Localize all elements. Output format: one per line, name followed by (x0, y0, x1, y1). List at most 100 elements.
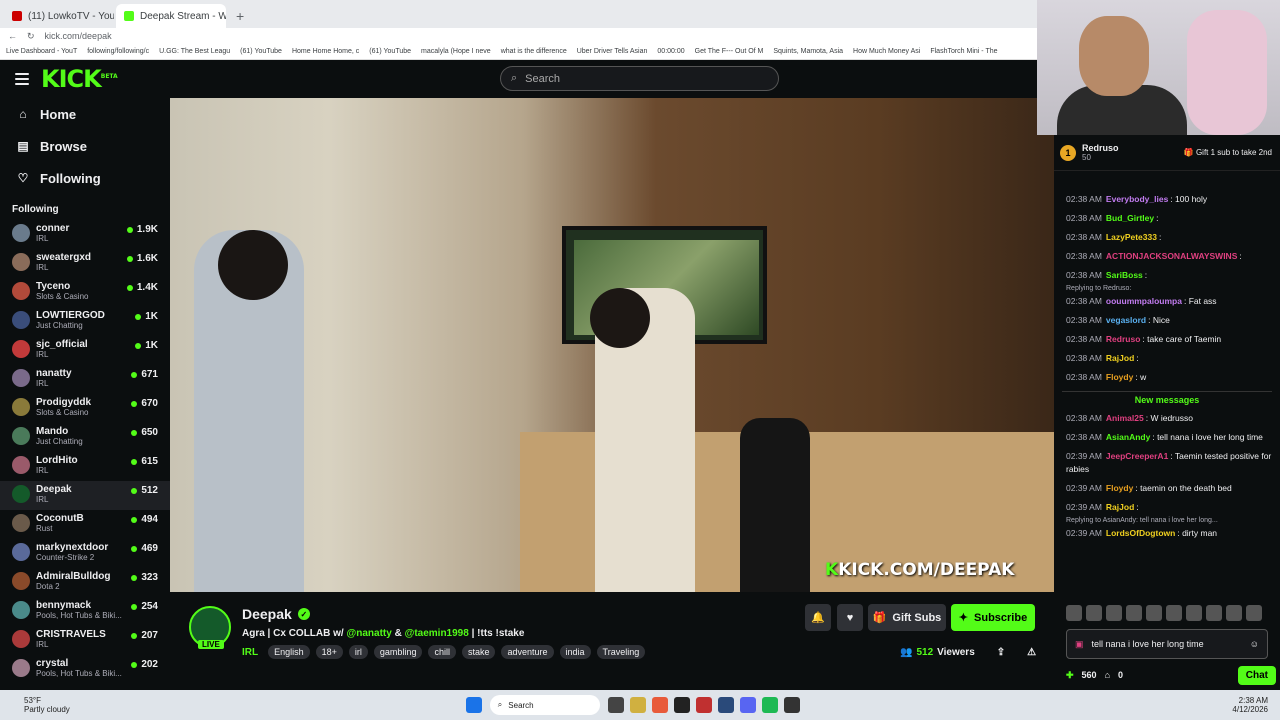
address-bar[interactable]: ← ↻ kick.com/deepak (0, 28, 1040, 44)
chat-message[interactable]: 02:38 AM Everybody_lies: 100 holy (1054, 190, 1280, 209)
message-user[interactable]: RajJod (1106, 502, 1134, 512)
chat-message[interactable]: 02:38 AM ACTIONJACKSONALWAYSWINS: (1054, 247, 1280, 266)
gift-sub-prompt[interactable]: 🎁 Gift 1 sub to take 2nd (1184, 148, 1272, 157)
url-text[interactable]: kick.com/deepak (45, 31, 112, 41)
message-user[interactable]: Floydy (1106, 483, 1133, 493)
mention-link[interactable]: @nanatty (346, 628, 391, 639)
store-icon[interactable]: ⌂ (1105, 670, 1110, 680)
subscribe-button[interactable]: ✦ Subscribe (951, 604, 1035, 631)
channel-item[interactable]: Prodigyddk Slots & Casino 670 (0, 394, 170, 423)
bookmark[interactable]: Squints, Mamota, Asia (773, 48, 843, 55)
app-icon[interactable] (695, 697, 712, 713)
bookmark[interactable]: U.GG: The Best Leagu (159, 48, 230, 55)
search-input[interactable]: ⌕ Search (500, 66, 779, 91)
channel-item[interactable]: AdmiralBulldog Dota 2 323 (0, 568, 170, 597)
file-explorer-icon[interactable] (629, 697, 646, 713)
channel-item[interactable]: sjc_official IRL 1K (0, 336, 170, 365)
nav-browse[interactable]: ▤ Browse (0, 130, 170, 162)
stream-tag[interactable]: india (559, 645, 591, 659)
emote-icon[interactable] (1226, 605, 1242, 621)
bookmark[interactable]: Live Dashboard - YouT (6, 48, 77, 55)
mention-link[interactable]: @taemin1998 (405, 628, 469, 639)
chat-message[interactable]: 02:39 AM Floydy: taemin on the death bed (1054, 479, 1280, 498)
chat-message[interactable]: 02:38 AM Bud_Girtley: (1054, 209, 1280, 228)
bookmark[interactable]: Home Home Home, c (292, 48, 359, 55)
message-user[interactable]: Bud_Girtley (1106, 213, 1154, 223)
bookmark[interactable]: (61) YouTube (369, 48, 411, 55)
message-user[interactable]: vegaslord (1106, 315, 1146, 325)
emote-icon[interactable] (1186, 605, 1202, 621)
chat-message[interactable]: 02:38 AM Redruso: take care of Taemin (1054, 330, 1280, 349)
report-icon[interactable]: ⚠ (1027, 647, 1036, 658)
message-user[interactable]: Floydy (1106, 372, 1133, 382)
message-user[interactable]: ACTIONJACKSONALWAYSWINS (1106, 251, 1237, 261)
discord-icon[interactable] (739, 697, 756, 713)
app-icon[interactable] (673, 697, 690, 713)
message-user[interactable]: Redruso (1106, 334, 1140, 344)
nav-following[interactable]: ♡ Following (0, 162, 170, 194)
channel-item[interactable]: LordHito IRL 615 (0, 452, 170, 481)
stream-tag[interactable]: gambling (373, 645, 423, 659)
chat-message[interactable]: 02:39 AM RajJod: (1054, 498, 1280, 517)
stream-tag[interactable]: irl (348, 645, 368, 659)
channel-item[interactable]: Deepak IRL 512 (0, 481, 170, 510)
chat-message[interactable]: 02:38 AM oouummpaloumpa: Fat ass (1054, 292, 1280, 311)
message-user[interactable]: LordsOfDogtown (1106, 528, 1175, 538)
streamer-name[interactable]: Deepak (242, 606, 292, 622)
chat-message[interactable]: 02:38 AM AsianAndy: tell nana i love her … (1054, 428, 1280, 447)
chat-message[interactable]: 02:39 AM LordsOfDogtown: dirty man (1054, 524, 1280, 543)
emote-icon[interactable] (1126, 605, 1142, 621)
chat-message[interactable]: 02:38 AM vegaslord: Nice (1054, 311, 1280, 330)
kick-logo[interactable]: KICKBETA (41, 65, 118, 93)
browser-tab-active[interactable]: Deepak Stream - Watch Liv ✕ (116, 4, 226, 28)
bookmark[interactable]: macalyla (Hope I neve (421, 48, 491, 55)
channel-item[interactable]: conner IRL 1.9K (0, 220, 170, 249)
share-icon[interactable]: ⇪ (997, 647, 1005, 658)
channel-item[interactable]: CRISTRAVELS IRL 207 (0, 626, 170, 655)
bookmark[interactable]: How Much Money Asi (853, 48, 920, 55)
new-tab-icon[interactable]: + (228, 8, 252, 28)
emoji-icon[interactable]: ☺ (1250, 639, 1259, 649)
steam-icon[interactable] (717, 697, 734, 713)
chat-message[interactable]: 02:38 AM Animal25: W iedrusso (1054, 409, 1280, 428)
taskbar-search[interactable]: ⌕ Search (489, 695, 600, 715)
emote-icon[interactable] (1066, 605, 1082, 621)
message-user[interactable]: JeepCreeperA1 (1106, 451, 1168, 461)
channel-item[interactable]: nanatty IRL 671 (0, 365, 170, 394)
back-icon[interactable]: ← (8, 31, 17, 41)
emote-icon[interactable] (1246, 605, 1262, 621)
stream-tag[interactable]: Traveling (596, 645, 646, 659)
channel-item[interactable]: sweatergxd IRL 1.6K (0, 249, 170, 278)
message-user[interactable]: Animal25 (1106, 413, 1144, 423)
message-user[interactable]: LazyPete333 (1106, 232, 1157, 242)
stream-tag[interactable]: adventure (501, 645, 554, 659)
category-link[interactable]: IRL (242, 647, 258, 658)
chat-input-text[interactable]: tell nana i love her long time (1092, 639, 1204, 649)
message-user[interactable]: oouummpaloumpa (1106, 296, 1182, 306)
stream-tag[interactable]: 18+ (315, 645, 343, 659)
obs-icon[interactable] (783, 697, 800, 713)
channel-item[interactable]: Tyceno Slots & Casino 1.4K (0, 278, 170, 307)
chat-message[interactable]: 02:38 AM RajJod: (1054, 349, 1280, 368)
channel-item[interactable]: CoconutB Rust 494 (0, 510, 170, 539)
follow-button[interactable]: ♥ (837, 604, 863, 631)
bookmark[interactable]: 00:00:00 (657, 48, 684, 55)
gift-subs-button[interactable]: 🎁 Gift Subs (868, 604, 946, 631)
spotify-icon[interactable] (761, 697, 778, 713)
weather-widget[interactable]: 53°F Partly cloudy (24, 696, 70, 714)
message-user[interactable]: AsianAndy (1106, 432, 1150, 442)
channel-item[interactable]: markynextdoor Counter-Strike 2 469 (0, 539, 170, 568)
chat-input[interactable]: ▣ tell nana i love her long time ☺ (1066, 629, 1268, 659)
send-chat-button[interactable]: Chat (1237, 665, 1276, 685)
bookmark[interactable]: (61) YouTube (240, 48, 282, 55)
emote-icon[interactable] (1106, 605, 1122, 621)
emote-icon[interactable] (1146, 605, 1162, 621)
browser-tab[interactable]: (11) LowkoTV - YouTube ✕ (4, 4, 114, 28)
new-messages-divider[interactable]: New messages (1062, 391, 1272, 405)
message-user[interactable]: Everybody_lies (1106, 194, 1168, 204)
bookmark[interactable]: following/following/c (87, 48, 149, 55)
message-user[interactable]: RajJod (1106, 353, 1134, 363)
stream-tag[interactable]: chill (428, 645, 456, 659)
channel-item[interactable]: LOWTIERGOD Just Chatting 1K (0, 307, 170, 336)
bookmark[interactable]: what is the difference (501, 48, 567, 55)
